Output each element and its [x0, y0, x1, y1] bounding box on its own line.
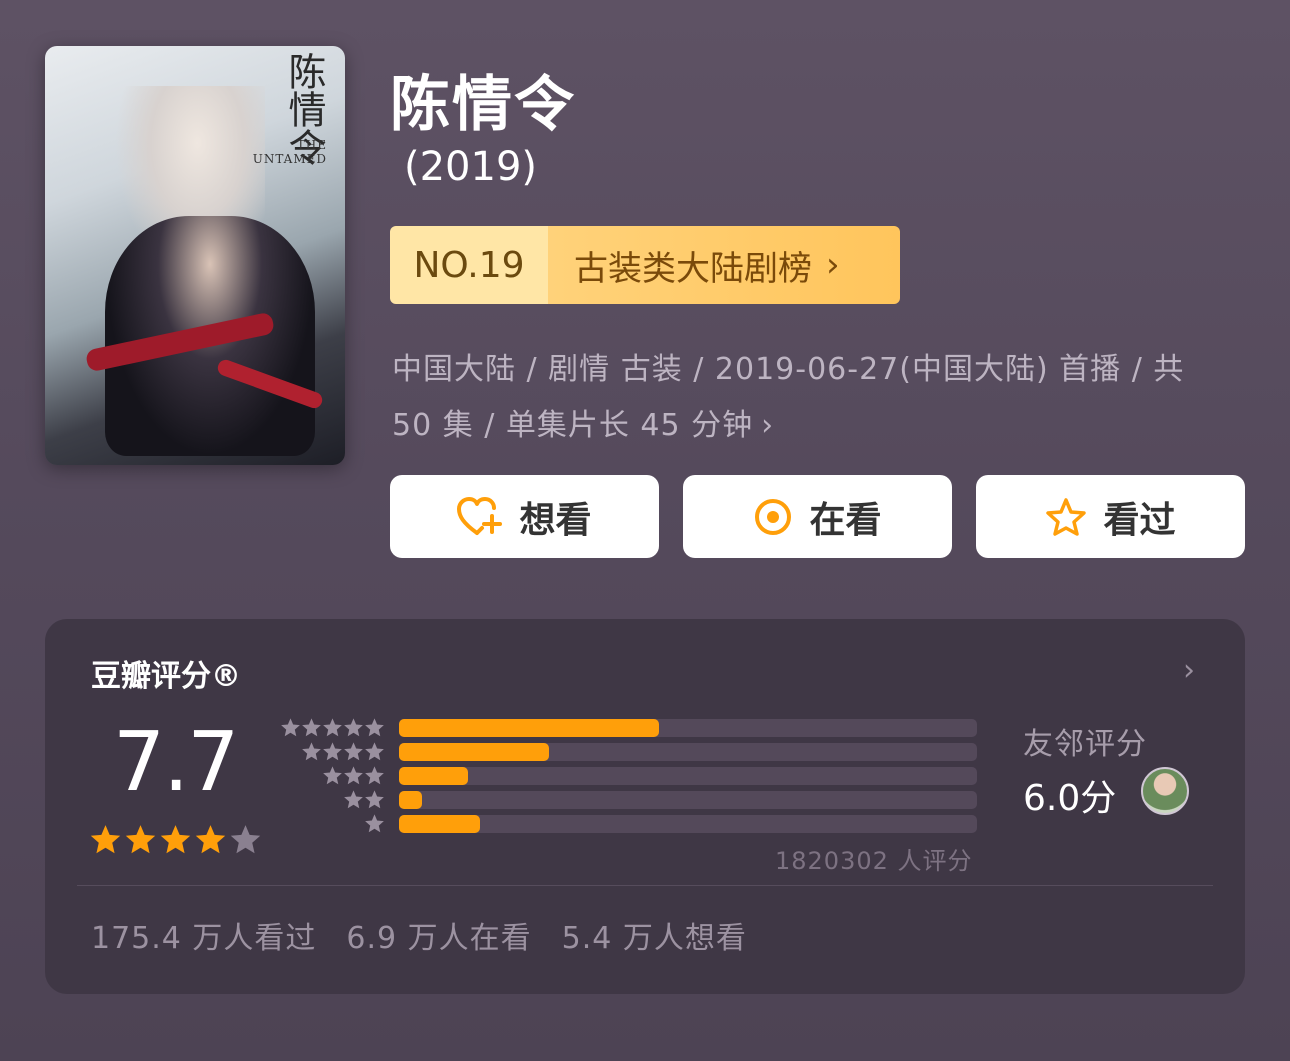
rank-list-label: 古装类大陆剧榜 — [574, 248, 812, 289]
rating-score: 7.7 — [113, 715, 239, 810]
rating-bar-track — [399, 815, 977, 833]
star-small-icon — [343, 765, 364, 790]
want-label: 想看 — [519, 499, 592, 541]
star-empty-icon — [229, 823, 262, 860]
meta-text: 中国大陆 / 剧情 古装 / 2019-06-27(中国大陆) 首播 / 共 5… — [392, 352, 1185, 443]
page-title: 陈情令 — [390, 70, 576, 140]
star-small-icon — [343, 717, 364, 742]
rating-bar-fill — [399, 791, 422, 809]
star-small-icon — [343, 789, 364, 814]
stat-watched: 175.4 万人看过 — [91, 921, 317, 956]
star-small-icon — [322, 741, 343, 766]
rating-bar-fill — [399, 719, 659, 737]
chevron-right-icon: › — [826, 245, 840, 285]
rating-bar-track — [399, 767, 977, 785]
watching-button[interactable]: 在看 — [683, 475, 952, 558]
row-stars — [322, 765, 385, 790]
star-small-icon — [280, 717, 301, 742]
star-small-icon — [364, 789, 385, 814]
star-filled-icon — [124, 823, 157, 860]
rating-row-4-star — [275, 742, 977, 761]
poster-title-en: THE UNTAMED — [253, 138, 327, 167]
poster-title-en-2: UNTAMED — [252, 152, 327, 167]
star-small-icon — [322, 717, 343, 742]
rank-number: NO.19 — [390, 226, 548, 304]
friends-rating[interactable]: 友邻评分 6.0分 — [1023, 719, 1189, 819]
stat-want: 5.4 万人想看 — [561, 921, 747, 956]
star-filled-icon — [159, 823, 192, 860]
watching-label: 在看 — [809, 499, 882, 541]
friends-rating-label: 友邻评分 — [1023, 727, 1147, 762]
rating-row-1-star — [275, 814, 977, 833]
audience-stats: 175.4 万人看过 6.9 万人在看 5.4 万人想看 — [91, 913, 747, 957]
star-small-icon — [301, 717, 322, 742]
star-outline-icon — [1045, 497, 1087, 537]
divider — [77, 885, 1213, 886]
rating-bar-track — [399, 743, 977, 761]
star-small-icon — [301, 741, 322, 766]
rating-heading: 豆瓣评分® — [91, 659, 241, 694]
rating-card[interactable]: 豆瓣评分® › 7.7 1820302 人评分 友邻评分 6.0分 175.4 … — [45, 619, 1245, 994]
star-small-icon — [364, 765, 385, 790]
target-circle-icon — [753, 497, 793, 537]
rating-row-2-star — [275, 790, 977, 809]
star-filled-icon — [89, 823, 122, 860]
friends-rating-value: 6.0分 — [1023, 778, 1117, 819]
rank-badge[interactable]: NO.19 古装类大陆剧榜 › — [390, 226, 900, 304]
chevron-right-icon[interactable]: › — [1183, 653, 1195, 688]
star-small-icon — [322, 765, 343, 790]
rating-stars — [89, 823, 262, 860]
rating-bar-fill — [399, 743, 549, 761]
star-small-icon — [364, 717, 385, 742]
watched-label: 看过 — [1103, 499, 1176, 541]
action-buttons: 想看 在看 看过 — [390, 475, 1245, 558]
rank-list-link[interactable]: 古装类大陆剧榜 › — [548, 226, 900, 304]
heart-plus-icon — [457, 496, 503, 537]
watched-button[interactable]: 看过 — [976, 475, 1245, 558]
row-stars — [343, 789, 385, 814]
row-stars — [280, 717, 385, 742]
rating-bar-fill — [399, 815, 480, 833]
avatar[interactable] — [1141, 767, 1189, 815]
rating-row-3-star — [275, 766, 977, 785]
chevron-right-icon: › — [761, 408, 775, 443]
rating-bar-track — [399, 719, 977, 737]
star-small-icon — [364, 741, 385, 766]
rating-count: 1820302 人评分 — [775, 847, 973, 875]
rating-bar-track — [399, 791, 977, 809]
want-button[interactable]: 想看 — [390, 475, 659, 558]
star-filled-icon — [194, 823, 227, 860]
row-stars — [301, 741, 385, 766]
stat-watching: 6.9 万人在看 — [346, 921, 532, 956]
row-stars — [364, 813, 385, 838]
poster-title-en-1: THE — [296, 138, 327, 152]
rating-row-5-star — [275, 718, 977, 737]
poster-image[interactable]: 陈情令 THE UNTAMED — [45, 46, 345, 465]
star-small-icon — [364, 813, 385, 838]
release-year: (2019) — [404, 144, 538, 190]
show-meta[interactable]: 中国大陆 / 剧情 古装 / 2019-06-27(中国大陆) 首播 / 共 5… — [392, 342, 1212, 454]
rating-bar-fill — [399, 767, 468, 785]
star-small-icon — [343, 741, 364, 766]
